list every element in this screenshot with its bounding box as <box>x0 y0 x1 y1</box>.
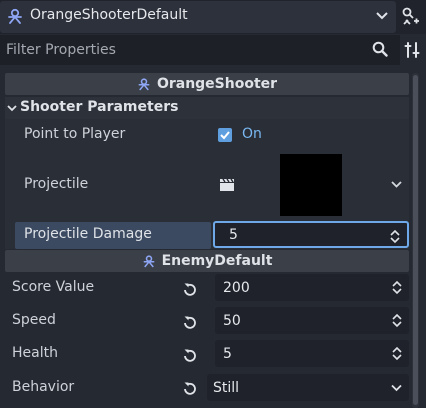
revert-icon[interactable] <box>183 282 197 296</box>
script-icon <box>138 78 150 91</box>
chevron-down-icon[interactable] <box>391 383 402 393</box>
revert-icon[interactable] <box>183 315 197 329</box>
property-label-projectile-damage: Projectile Damage <box>24 226 152 242</box>
filter-properties-input[interactable] <box>0 35 396 65</box>
script-icon <box>8 8 22 24</box>
property-label-projectile: Projectile <box>24 176 89 192</box>
point-to-player-value: On <box>242 126 262 142</box>
projectile-preview[interactable] <box>280 154 342 216</box>
class-header-enemydefault: EnemyDefault <box>5 250 409 272</box>
class-header-orangeshooter: OrangeShooter <box>5 73 409 95</box>
spin-arrows-icon[interactable] <box>392 313 402 328</box>
projectile-damage-input[interactable]: 5 <box>213 221 409 248</box>
chevron-down-icon[interactable] <box>391 180 402 189</box>
checkmark-icon <box>220 131 230 140</box>
chevron-down-icon[interactable] <box>7 103 17 113</box>
spin-arrows-icon[interactable] <box>390 229 400 244</box>
score-value-input[interactable]: 200 <box>215 274 409 301</box>
group-title: Shooter Parameters <box>20 99 179 115</box>
script-icon <box>143 255 155 268</box>
speed-value: 50 <box>223 312 241 329</box>
revert-icon[interactable] <box>183 381 197 395</box>
search-icon[interactable] <box>372 41 388 57</box>
object-name: OrangeShooterDefault <box>30 7 188 23</box>
chevron-down-icon[interactable] <box>376 11 388 21</box>
property-label-behavior: Behavior <box>12 379 75 395</box>
health-input[interactable]: 5 <box>215 340 409 367</box>
health-value: 5 <box>223 345 232 362</box>
scrollbar-thumb[interactable] <box>413 75 418 405</box>
behavior-value: Still <box>213 379 240 396</box>
score-value-value: 200 <box>223 279 250 296</box>
property-label-point-to-player: Point to Player <box>24 126 126 142</box>
speed-input[interactable]: 50 <box>215 307 409 334</box>
property-label-speed: Speed <box>12 312 56 328</box>
projectile-damage-value: 5 <box>229 226 238 243</box>
property-label-health: Health <box>12 345 58 361</box>
spin-arrows-icon[interactable] <box>392 346 402 361</box>
class-header-title: OrangeShooter <box>156 76 278 92</box>
object-tools-icon[interactable] <box>400 6 422 28</box>
settings-sliders-icon[interactable] <box>404 41 420 59</box>
property-label-score-value: Score Value <box>12 279 95 295</box>
revert-icon[interactable] <box>183 348 197 362</box>
spin-arrows-icon[interactable] <box>392 280 402 295</box>
class-header-title: EnemyDefault <box>161 253 273 269</box>
packed-scene-icon <box>220 178 234 191</box>
point-to-player-checkbox[interactable] <box>218 128 232 142</box>
behavior-dropdown[interactable]: Still <box>207 374 409 401</box>
